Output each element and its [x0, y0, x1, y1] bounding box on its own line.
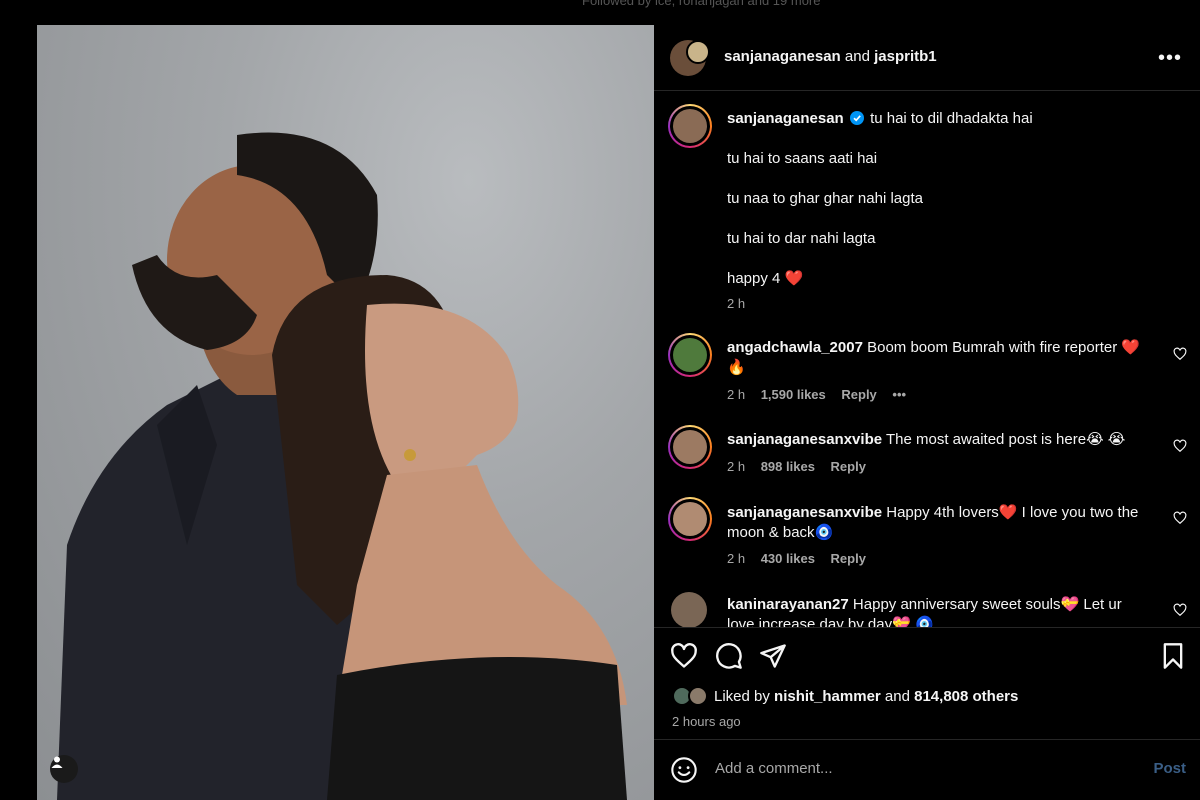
author-link-2[interactable]: jaspritb1	[874, 48, 937, 65]
comment-meta: 2 h 430 likes Reply	[727, 551, 878, 566]
comments-list[interactable]: sanjanaganesan tu hai to dil dhadakta ha…	[654, 92, 1200, 627]
comment-reply-button[interactable]: Reply	[841, 387, 876, 402]
couple-photo-illustration	[57, 132, 627, 800]
verified-icon	[849, 111, 864, 125]
comment-time[interactable]: 2 h	[727, 551, 745, 566]
comment-username[interactable]: kaninarayanan27	[727, 596, 849, 613]
comment-avatar-ring[interactable]	[668, 497, 712, 541]
add-comment-bar: Add a comment... Post	[654, 739, 1200, 800]
caption-avatar-ring[interactable]	[668, 104, 712, 148]
comment-username[interactable]: angadchawla_2007	[727, 339, 863, 356]
caption-text: sanjanaganesan tu hai to dil dhadakta ha…	[727, 109, 1147, 129]
comment-avatar	[673, 338, 707, 372]
caption-line-5: happy 4 ❤️	[727, 270, 804, 287]
collab-avatar-2[interactable]	[686, 40, 710, 64]
followed-by-text: Followed by lce, rohanjagan and 19 more	[582, 0, 821, 8]
comment-likes[interactable]: 430 likes	[761, 551, 815, 566]
caption-avatar	[673, 109, 707, 143]
liker-username[interactable]: nishit_hammer	[774, 688, 881, 705]
comment-username[interactable]: sanjanaganesanxvibe	[727, 431, 882, 448]
more-options-icon[interactable]: •••	[1158, 47, 1182, 70]
comment-likes[interactable]: 898 likes	[761, 459, 815, 474]
authors-and: and	[844, 48, 870, 65]
caption-line-4: tu hai to dar nahi lagta	[727, 230, 876, 247]
caption-line-1: tu hai to dil dhadakta hai	[870, 110, 1033, 127]
post-time[interactable]: 2 hours ago	[672, 714, 741, 729]
liked-by-prefix: Liked by	[714, 688, 770, 705]
comment-body: The most awaited post is here😭 😭	[885, 431, 1126, 448]
comment-time[interactable]: 2 h	[727, 387, 745, 402]
post-photo[interactable]	[37, 25, 654, 800]
caption-line-2: tu hai to saans aati hai	[727, 150, 878, 167]
comment-meta: 2 h 1,590 likes Reply •••	[727, 387, 918, 402]
comment-avatar-ring[interactable]	[668, 425, 712, 469]
comment-like-heart-icon[interactable]	[1173, 347, 1187, 361]
comment-avatar	[673, 502, 707, 536]
share-icon[interactable]	[759, 642, 787, 670]
comment-text: angadchawla_2007 Boom boom Bumrah with f…	[727, 338, 1147, 378]
comment-avatar-ring[interactable]	[668, 333, 712, 377]
comment-likes[interactable]: 1,590 likes	[761, 387, 826, 402]
heart-icon[interactable]	[670, 642, 698, 670]
post-comment-button[interactable]: Post	[1153, 760, 1186, 777]
comment-text: sanjanaganesanxvibe Happy 4th lovers❤️ I…	[727, 503, 1147, 543]
caption-time[interactable]: 2 h	[727, 296, 745, 311]
comment-like-heart-icon[interactable]	[1173, 603, 1187, 617]
followed-strip: Followed by lce, rohanjagan and 19 more	[0, 0, 1200, 8]
post-side-panel: sanjanaganesan and jaspritb1 ••• sanjana…	[654, 25, 1200, 800]
comment-reply-button[interactable]: Reply	[831, 459, 866, 474]
comment-text: kaninarayanan27 Happy anniversary sweet …	[727, 595, 1147, 627]
comment-input[interactable]: Add a comment...	[715, 760, 1115, 777]
comment-username[interactable]: sanjanaganesanxvibe	[727, 504, 882, 521]
likes-count[interactable]: 814,808 others	[914, 688, 1018, 705]
comment-like-heart-icon[interactable]	[1173, 511, 1187, 525]
comment-time[interactable]: 2 h	[727, 459, 745, 474]
comment-icon[interactable]	[715, 642, 743, 670]
comment-like-heart-icon[interactable]	[1173, 439, 1187, 453]
caption-meta: 2 h	[727, 296, 757, 311]
comment-more-icon[interactable]: •••	[892, 387, 906, 402]
comment-avatar	[673, 430, 707, 464]
author-link-1[interactable]: sanjanaganesan	[724, 48, 841, 65]
likes-summary: Liked by nishit_hammer and 814,808 other…	[714, 688, 1018, 705]
emoji-icon[interactable]	[670, 756, 698, 784]
comment-avatar[interactable]	[671, 592, 707, 627]
post-authors: sanjanaganesan and jaspritb1	[724, 48, 937, 65]
liker-avatar[interactable]	[688, 686, 708, 706]
user-tag-icon	[51, 756, 63, 768]
caption-line-3: tu naa to ghar ghar nahi lagta	[727, 190, 923, 207]
post-header: sanjanaganesan and jaspritb1 •••	[654, 25, 1200, 91]
comment-text: sanjanaganesanxvibe The most awaited pos…	[727, 430, 1147, 450]
post-actions: Liked by nishit_hammer and 814,808 other…	[654, 627, 1200, 737]
caption-username[interactable]: sanjanaganesan	[727, 110, 844, 127]
comment-reply-button[interactable]: Reply	[831, 551, 866, 566]
likes-and: and	[884, 688, 910, 705]
user-tag-button[interactable]	[50, 755, 78, 783]
comment-meta: 2 h 898 likes Reply	[727, 459, 878, 474]
bookmark-icon[interactable]	[1159, 642, 1187, 670]
